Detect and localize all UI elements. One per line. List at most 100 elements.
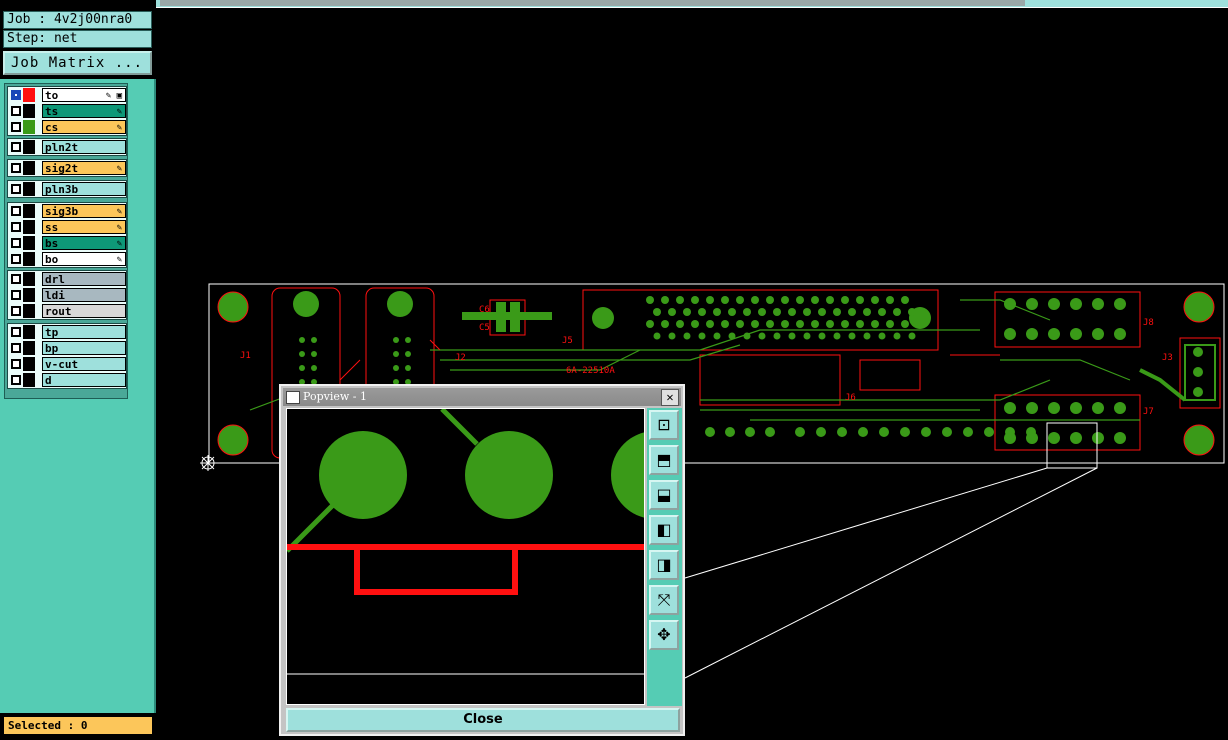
pad [856, 320, 864, 328]
pad [728, 308, 736, 316]
pad [796, 296, 804, 304]
pad [863, 332, 871, 340]
ref-label: J3 [1162, 353, 1173, 363]
pad [653, 332, 661, 340]
pad [405, 337, 411, 343]
ic-outline [699, 354, 841, 406]
ref-label: C5 [479, 323, 490, 333]
pad [908, 308, 916, 316]
popview-toolbar: ⊡ ⬒ ⬓ ◧ ◨ ⤧ ✥ [647, 408, 682, 706]
pad [691, 320, 699, 328]
pad [611, 432, 644, 518]
pad [826, 320, 834, 328]
pad [646, 320, 654, 328]
pad [879, 427, 889, 437]
pan-right-icon[interactable]: ◨ [649, 550, 679, 580]
pad [653, 308, 661, 316]
pad [841, 296, 849, 304]
ref-label: J1 [240, 351, 251, 361]
pad [878, 308, 886, 316]
pad [1026, 298, 1038, 310]
pad [803, 308, 811, 316]
pad [811, 320, 819, 328]
zoom-in-icon[interactable]: ✥ [649, 620, 679, 650]
pad [299, 337, 305, 343]
pad [668, 332, 676, 340]
pad [781, 296, 789, 304]
pad [706, 296, 714, 304]
pad [848, 332, 856, 340]
pad [871, 320, 879, 328]
ref-label: J6 [845, 393, 856, 403]
zoom-leader-line [684, 467, 1098, 679]
pad [837, 427, 847, 437]
pad [1070, 298, 1082, 310]
pad [901, 296, 909, 304]
pad [721, 320, 729, 328]
popview-title: Popview - 1 [303, 390, 367, 403]
pan-up-icon[interactable]: ⬒ [649, 445, 679, 475]
pad [963, 427, 973, 437]
pad [833, 332, 841, 340]
pad [1092, 328, 1104, 340]
popview-window: Popview - 1 ✕ ⊡ ⬒ ⬓ ◧ ◨ ⤧ ✥ Close [279, 384, 685, 736]
pad [1092, 432, 1104, 444]
pad [299, 365, 305, 371]
pad [901, 320, 909, 328]
trace [354, 547, 518, 595]
pad [743, 308, 751, 316]
pad [803, 332, 811, 340]
pad [713, 332, 721, 340]
popview-titlebar[interactable]: Popview - 1 ✕ [283, 388, 681, 406]
trace [440, 409, 479, 446]
zoom-fit-icon[interactable]: ⊡ [649, 410, 679, 440]
pad [1004, 328, 1016, 340]
pad [848, 308, 856, 316]
pad [818, 308, 826, 316]
ref-label: J8 [1143, 318, 1154, 328]
pad [921, 427, 931, 437]
pad [833, 308, 841, 316]
close-button[interactable]: Close [286, 708, 680, 732]
pad [1048, 432, 1060, 444]
part-number-label: 6A-22510A [566, 366, 615, 376]
pan-down-icon[interactable]: ⬓ [649, 480, 679, 510]
pad [758, 308, 766, 316]
pad [766, 296, 774, 304]
close-icon[interactable]: ✕ [661, 389, 679, 406]
pad [1070, 402, 1082, 414]
popview-canvas[interactable] [286, 408, 645, 705]
pad [871, 296, 879, 304]
pad [1070, 328, 1082, 340]
pad [765, 427, 775, 437]
pad [683, 308, 691, 316]
pad [1026, 402, 1038, 414]
pad [745, 427, 755, 437]
pad [788, 308, 796, 316]
pad [1026, 328, 1038, 340]
pad [886, 296, 894, 304]
pad [878, 332, 886, 340]
pad [1193, 367, 1203, 377]
pad [900, 427, 910, 437]
pad [826, 296, 834, 304]
pan-left-icon[interactable]: ◧ [649, 515, 679, 545]
pad [818, 332, 826, 340]
pad [856, 296, 864, 304]
pad [393, 351, 399, 357]
pad [863, 308, 871, 316]
pad [1193, 347, 1203, 357]
pad [1026, 427, 1036, 437]
zoom-leader-line [684, 467, 1048, 579]
pad [751, 296, 759, 304]
zoom-out-icon[interactable]: ⤧ [649, 585, 679, 615]
pad [311, 337, 317, 343]
pad [796, 320, 804, 328]
pad [1005, 427, 1015, 437]
pad [698, 332, 706, 340]
pad [1048, 298, 1060, 310]
pad [908, 332, 916, 340]
pad [984, 427, 994, 437]
pad [1193, 387, 1203, 397]
pad [1114, 298, 1126, 310]
